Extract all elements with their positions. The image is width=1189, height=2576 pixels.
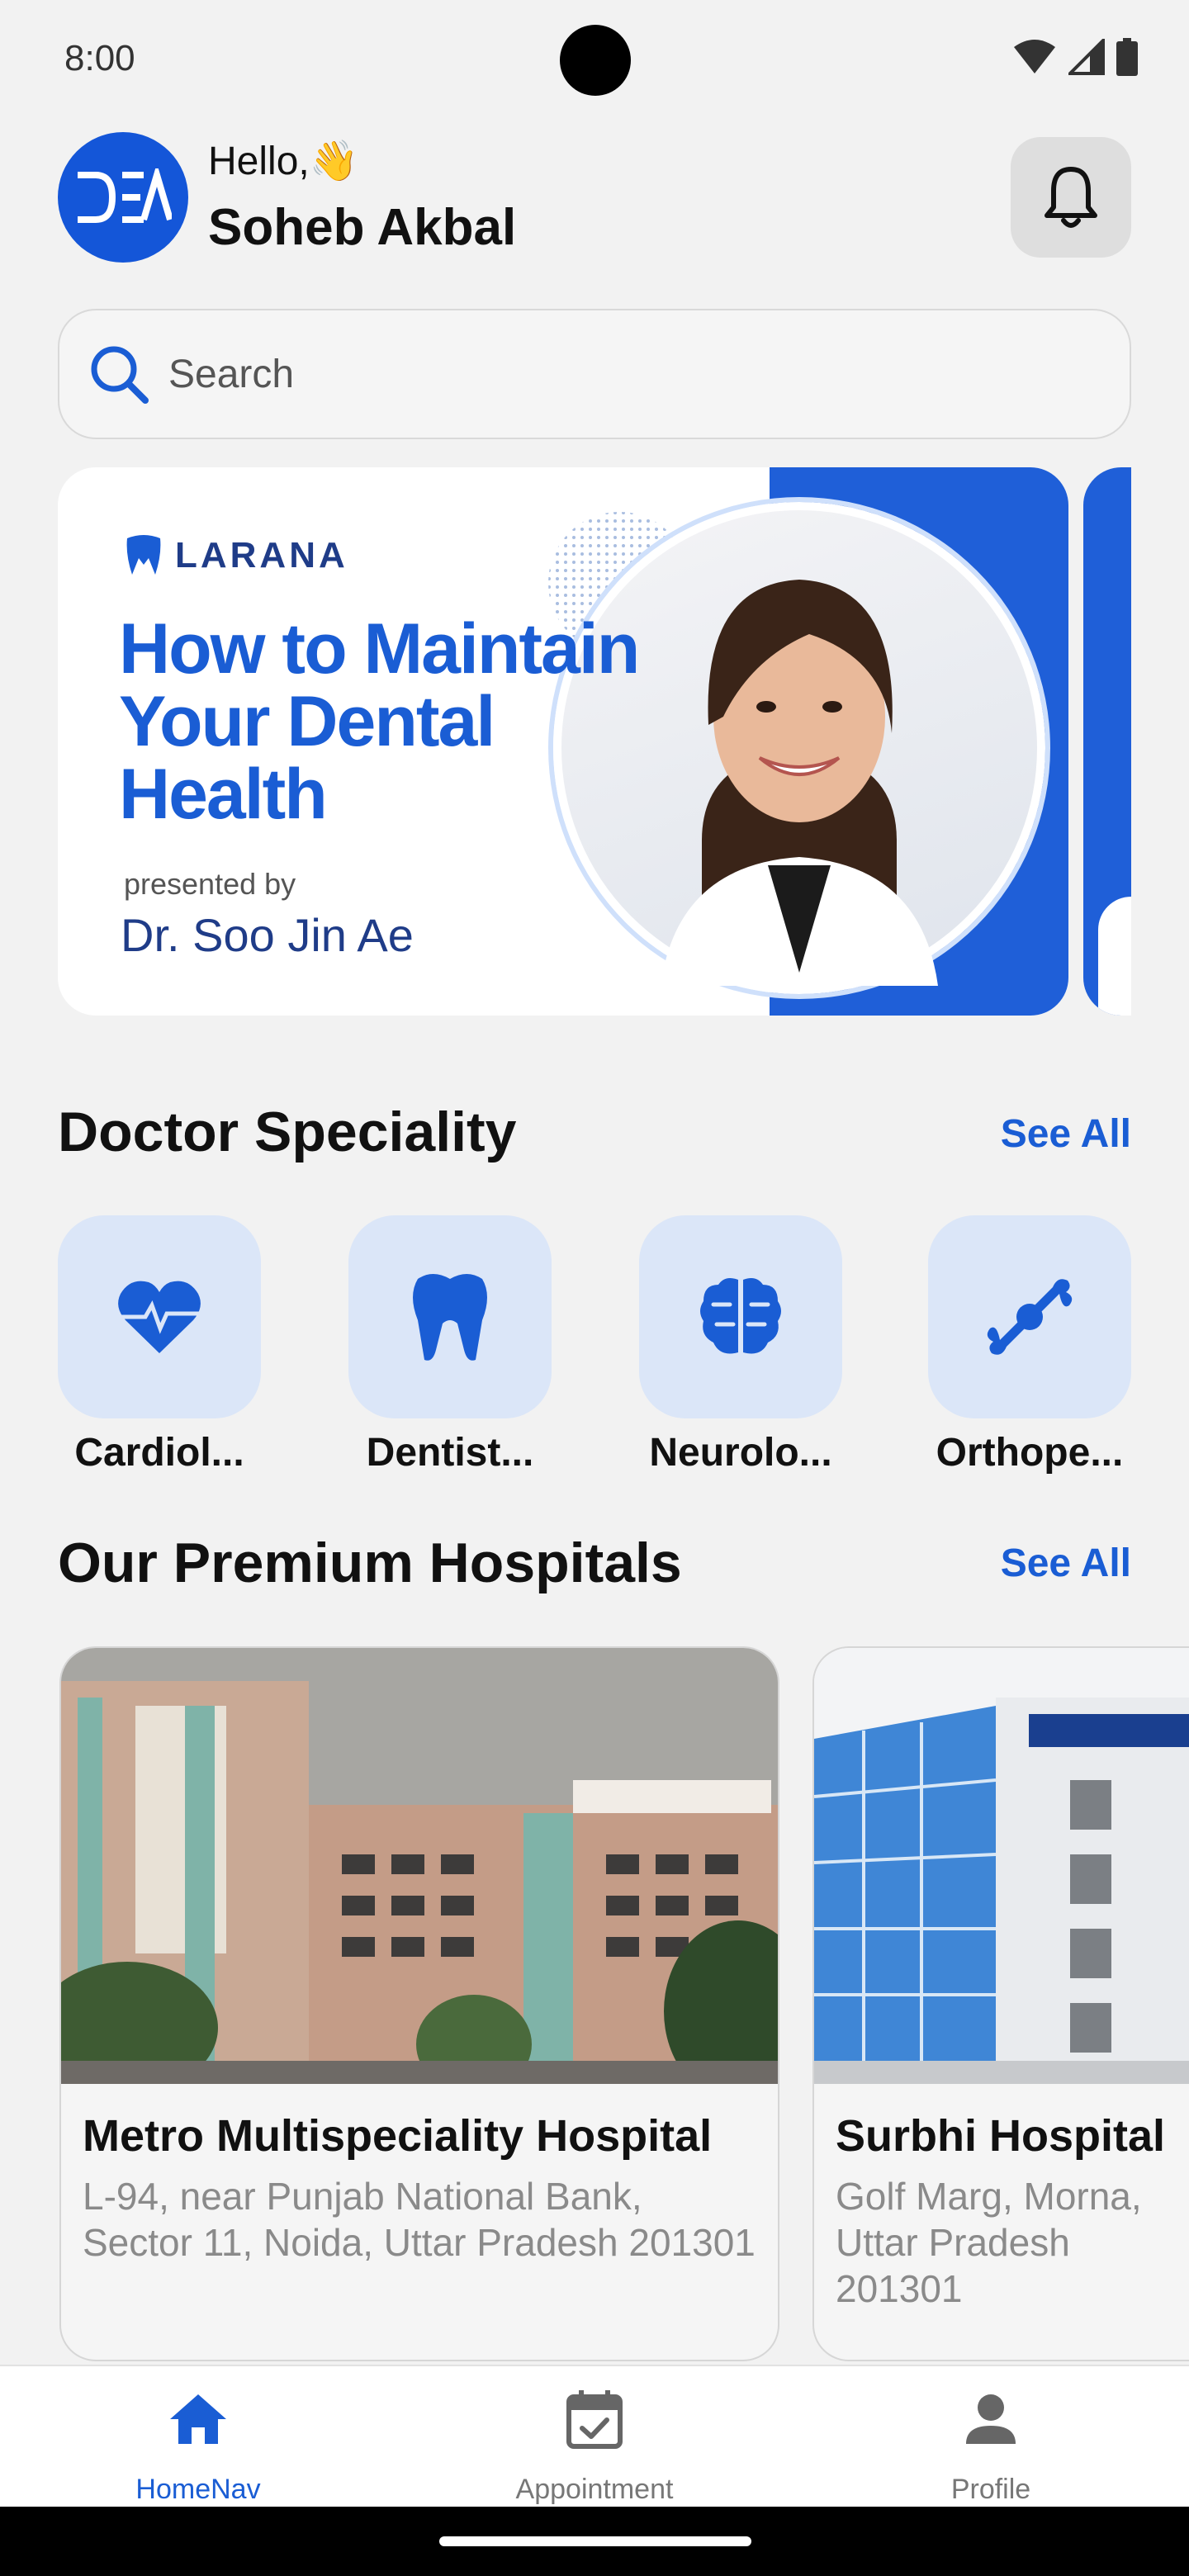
next-banner-peek[interactable] [1083,467,1131,1016]
brand-name: LARANA [175,535,348,575]
bell-icon [1045,167,1097,228]
bone-icon [987,1279,1073,1355]
person-icon [958,2386,1024,2452]
status-icons [1012,38,1138,76]
tooth-logo-icon [126,535,161,575]
speciality-tile [928,1215,1131,1418]
speciality-see-all-link[interactable]: See All [1001,1111,1131,1157]
hospital-photo [61,1648,778,2084]
speciality-label: Orthope... [936,1431,1124,1475]
hospital-address: L-94, near Punjab National Bank, Sector … [83,2175,756,2264]
hospital-building-image [814,1648,1189,2084]
search-input[interactable] [168,351,1077,397]
heart-pulse-icon [114,1281,205,1353]
tooth-icon [413,1274,487,1361]
notification-button[interactable] [1011,137,1131,258]
speciality-tile [58,1215,261,1418]
hospital-card[interactable]: Surbhi Hospital Golf Marg, Morna, Uttar … [812,1646,1189,2361]
avatar[interactable] [58,132,188,263]
home-indicator[interactable] [439,2536,751,2546]
speciality-item-cardiology[interactable]: Cardiol... [58,1215,261,1475]
nav-label-home: HomeNav [135,2474,261,2505]
speciality-label: Dentist... [366,1431,534,1475]
speciality-section-title: Doctor Speciality [58,1101,517,1163]
user-name: Soheb Akbal [208,199,517,256]
wifi-icon [1014,40,1055,73]
calendar-check-icon [561,2386,628,2452]
search-bar[interactable] [58,309,1131,439]
hospital-address: Golf Marg, Morna, Uttar Pradesh 201301 [836,2175,1142,2310]
nav-item-home[interactable]: HomeNav [74,2366,322,2508]
greeting: Hello,👋 [208,140,359,183]
banner-title: How to Maintain Your Dental Health [119,609,640,834]
nav-item-appointment[interactable]: Appointment [471,2366,718,2508]
home-icon [165,2386,231,2452]
status-bar: 8:00 [0,0,1189,116]
battery-icon [1116,38,1138,76]
bottom-nav: HomeNav Appointment Profile [0,2365,1189,2507]
speciality-tile [639,1215,842,1418]
nav-label-profile: Profile [950,2474,1031,2505]
promo-banner[interactable]: LARANA How to Maintain Your Dental Healt… [58,467,1068,1016]
speciality-item-dentistry[interactable]: Dentist... [348,1215,552,1475]
brain-icon [700,1278,781,1354]
hospital-building-image [61,1648,778,2084]
speciality-label: Cardiol... [74,1431,244,1475]
hospitals-see-all-link[interactable]: See All [1001,1541,1131,1586]
hospital-name: Surbhi Hospital [836,2111,1166,2161]
speciality-label: Neurolo... [649,1431,832,1475]
nav-item-profile[interactable]: Profile [867,2366,1115,2508]
banner-doctor-name: Dr. Soo Jin Ae [121,909,414,961]
search-icon [91,346,149,404]
signal-icon [1068,39,1105,75]
nav-label-appointment: Appointment [515,2474,674,2505]
banner-presented-by: presented by [124,867,296,901]
status-time: 8:00 [64,38,135,78]
brand-row: LARANA [124,533,348,578]
speciality-tile [348,1215,552,1418]
speciality-item-orthopedics[interactable]: Orthope... [928,1215,1131,1475]
dea-logo-icon [78,168,172,223]
hospitals-section-title: Our Premium Hospitals [58,1532,682,1594]
hospital-photo [814,1648,1189,2084]
hospital-name: Metro Multispeciality Hospital [83,2111,713,2161]
speciality-item-neurology[interactable]: Neurolo... [639,1215,842,1475]
camera-cutout [560,25,631,96]
hospital-card[interactable]: Metro Multispeciality Hospital L-94, nea… [59,1646,779,2361]
